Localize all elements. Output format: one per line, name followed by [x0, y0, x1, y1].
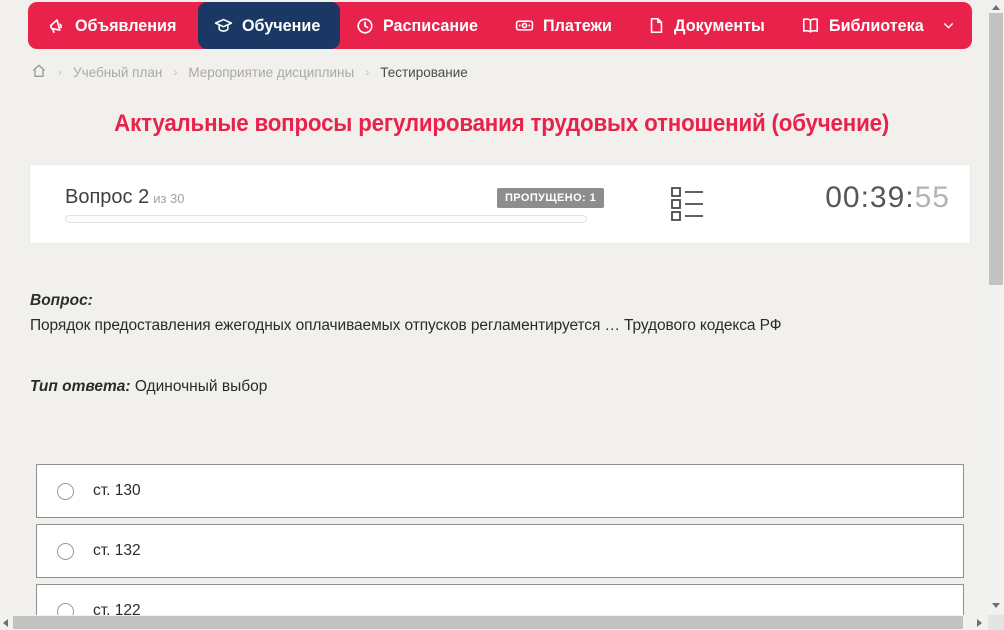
question-number-label: Вопрос 2: [65, 186, 150, 208]
clock-icon: [356, 17, 374, 35]
answer-option-label: ст. 132: [93, 542, 141, 559]
breadcrumb: › Учебный план › Мероприятие дисциплины …: [31, 62, 468, 82]
chevron-down-icon: [942, 19, 955, 32]
main-navigation: Объявления Обучение Расписание Платежи Д…: [28, 2, 972, 49]
nav-item-label: Библиотека: [829, 15, 925, 35]
vertical-scrollbar-thumb[interactable]: [989, 13, 1003, 285]
answer-type-value: Одиночный выбор: [134, 378, 268, 395]
radio-button[interactable]: [57, 482, 74, 500]
home-icon[interactable]: [31, 63, 47, 82]
timer-minutes: 00:39:: [825, 181, 915, 214]
timer-seconds: 55: [914, 181, 950, 214]
skipped-badge: ПРОПУЩЕНО: 1: [497, 188, 605, 208]
nav-item-learning[interactable]: Обучение: [197, 2, 341, 49]
horizontal-scrollbar-thumb[interactable]: [13, 616, 963, 629]
nav-item-label: Расписание: [383, 15, 479, 35]
breadcrumb-testing: Тестирование: [380, 64, 468, 80]
breadcrumb-separator: ›: [58, 65, 62, 79]
scroll-left-arrow-icon[interactable]: [3, 619, 8, 627]
answer-option-2[interactable]: ст. 132: [36, 524, 964, 578]
scroll-down-arrow-icon[interactable]: [992, 603, 1000, 608]
page-title: Актуальные вопросы регулирования трудовы…: [114, 110, 890, 137]
timer: 00:39:55: [825, 181, 950, 215]
breadcrumb-separator: ›: [365, 65, 370, 79]
nav-item-library[interactable]: Библиотека: [785, 2, 971, 49]
answer-type-row: Тип ответа: Одиночный выбор: [30, 378, 267, 396]
question-of-label: из 30: [153, 191, 185, 206]
answer-option-1[interactable]: ст. 130: [36, 464, 964, 518]
question-label: Вопрос:: [30, 292, 93, 309]
scroll-right-arrow-icon[interactable]: [977, 619, 982, 627]
nav-item-schedule[interactable]: Расписание: [340, 2, 499, 49]
page-title-container: Актуальные вопросы регулирования трудовы…: [0, 110, 1004, 138]
graduation-cap-icon: [214, 16, 233, 35]
nav-item-announcements[interactable]: Объявления: [32, 2, 198, 49]
breadcrumb-separator: ›: [173, 65, 178, 79]
open-book-icon: [801, 16, 820, 35]
radio-button[interactable]: [57, 542, 74, 560]
nav-item-documents[interactable]: Документы: [632, 2, 786, 49]
megaphone-icon: [48, 17, 66, 35]
question-header-card: Вопрос 2 из 30 ПРОПУЩЕНО: 1 00:39:55: [30, 165, 970, 243]
banknote-icon: [515, 16, 534, 35]
question-list-button[interactable]: [670, 185, 705, 228]
question-progress-bar: [65, 215, 587, 223]
nav-item-label: Обучение: [241, 15, 321, 35]
document-icon: [648, 17, 665, 34]
breadcrumb-discipline-event[interactable]: Мероприятие дисциплины: [188, 65, 354, 80]
question-list-icon: [670, 187, 705, 227]
vertical-scrollbar[interactable]: [988, 0, 1004, 615]
answer-type-label: Тип ответа:: [30, 378, 131, 395]
nav-item-label: Объявления: [75, 15, 177, 35]
question-number: Вопрос 2 из 30: [65, 186, 185, 209]
scroll-up-arrow-icon[interactable]: [992, 5, 1000, 10]
nav-item-payments[interactable]: Платежи: [499, 2, 632, 49]
horizontal-scrollbar[interactable]: [0, 615, 988, 630]
answer-option-label: ст. 130: [93, 482, 141, 499]
nav-item-label: Платежи: [543, 15, 613, 35]
scrollbar-corner: [988, 615, 1004, 630]
nav-item-label: Документы: [673, 15, 765, 35]
question-text: Порядок предоставления ежегодных оплачив…: [30, 317, 782, 334]
breadcrumb-study-plan[interactable]: Учебный план: [73, 65, 162, 80]
